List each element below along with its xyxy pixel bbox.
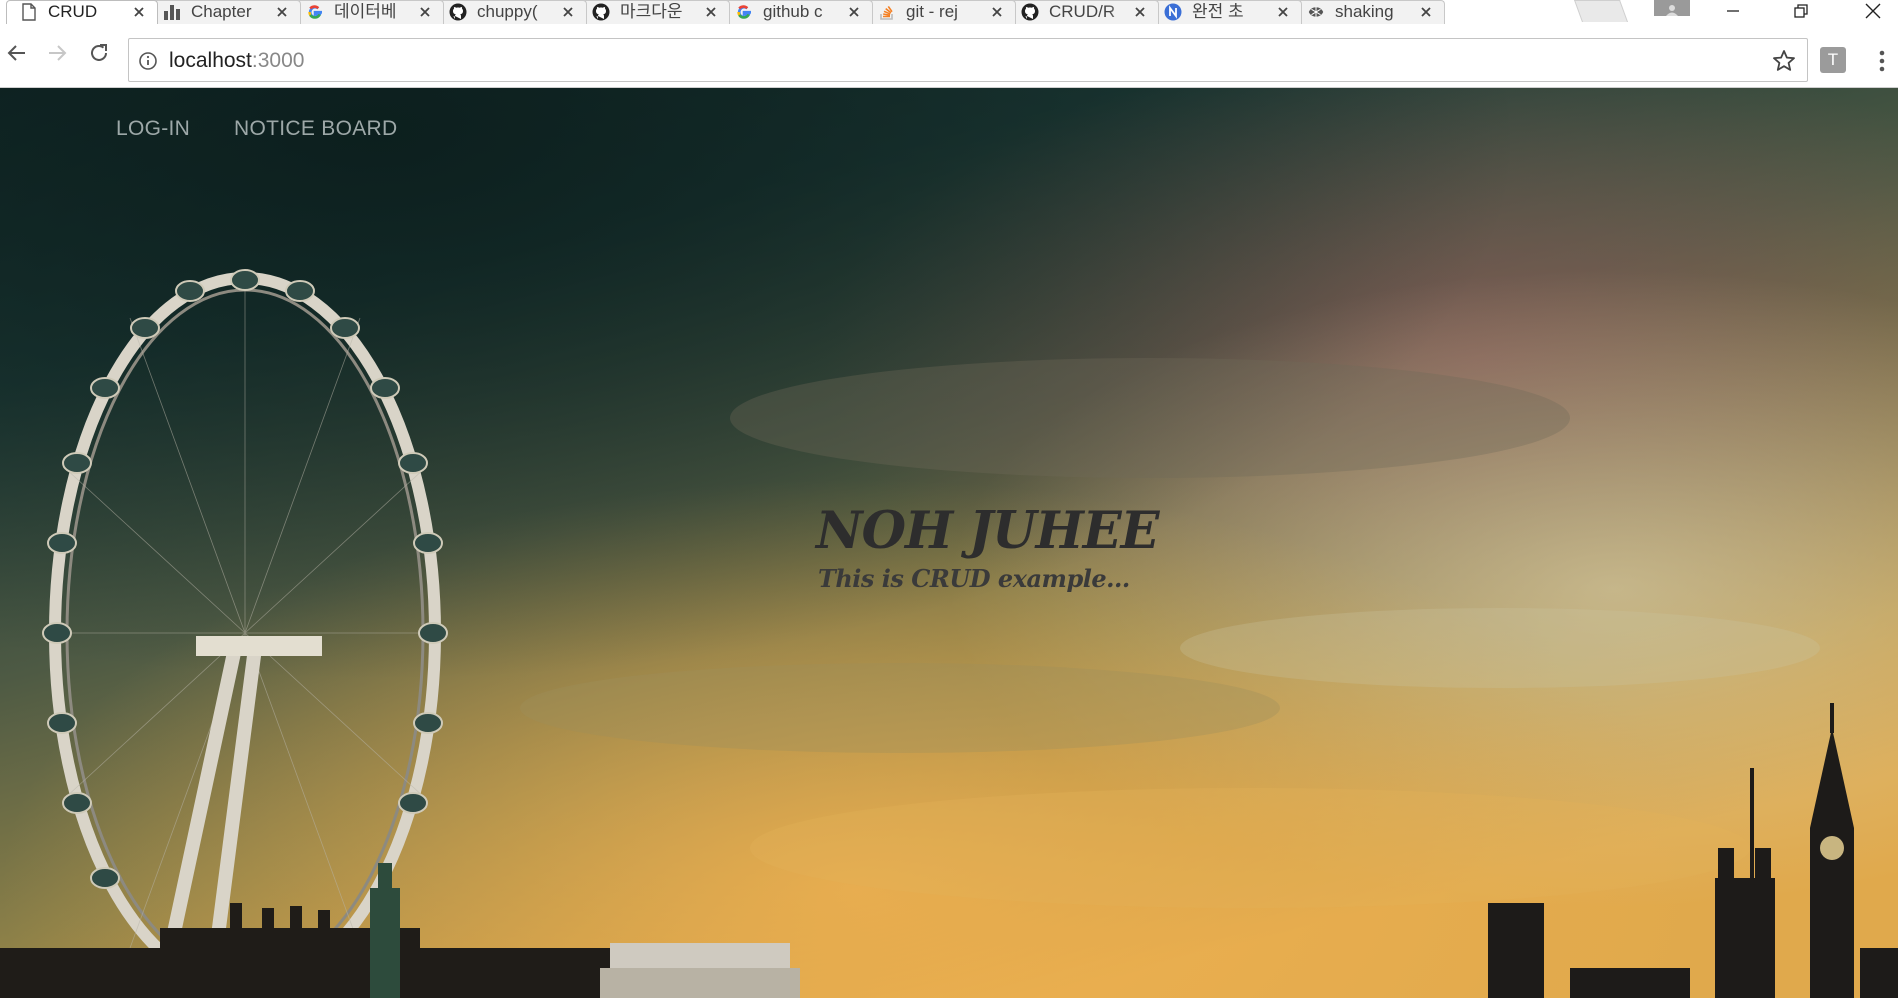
notice-board-link[interactable]: NOTICE BOARD [234,117,397,141]
close-icon [706,7,716,17]
url-host: localhost [169,49,252,72]
address-bar[interactable]: localhost:3000 [128,38,1808,82]
close-icon [1135,7,1145,17]
close-icon [849,7,859,17]
tab-4[interactable]: 마크다운 [570,0,738,24]
reload-button[interactable] [84,38,114,68]
tab-close-button[interactable] [273,3,291,21]
tab-title: git - rej [906,3,988,21]
menu-dots-icon[interactable] [1870,44,1894,78]
tab-7[interactable]: CRUD/R [999,0,1167,24]
tab-close-button[interactable] [845,3,863,21]
bookmark-star-icon[interactable] [1771,48,1797,74]
hero-subtitle: This is CRUD example... [818,564,1130,593]
tab-title: shaking [1335,3,1417,21]
tab-2[interactable]: 데이터베 [284,0,452,24]
tab-title: chuppy( [477,3,559,21]
info-icon[interactable] [137,50,159,72]
arrow-right-icon [49,45,67,61]
back-button[interactable] [2,38,32,68]
close-icon [563,7,573,17]
profile-button[interactable] [1654,0,1690,16]
tab-1[interactable]: Chapter [141,0,309,24]
url-text: localhost:3000 [169,49,304,73]
forward-button[interactable] [42,38,72,68]
close-icon [420,7,430,17]
close-icon [1278,7,1288,17]
minimize-button[interactable] [1708,0,1758,22]
browser-toolbar: localhost:3000 T [0,24,1898,88]
page-icon [20,3,38,21]
tab-title: github c [763,3,845,21]
tab-title: 데이터베 [334,3,416,21]
restore-icon [1794,4,1808,18]
minimize-icon [1727,10,1739,12]
new-tab-button[interactable] [1573,0,1629,22]
tab-title: CRUD [48,3,130,21]
close-icon [1865,3,1881,19]
restore-button[interactable] [1776,0,1826,22]
tab-close-button[interactable] [130,3,148,21]
close-icon [134,7,144,17]
arrow-left-icon [7,45,25,61]
page-viewport: LOG-IN NOTICE BOARD NOH JUHEE This is CR… [0,88,1898,998]
tab-6[interactable]: git - rej [856,0,1024,24]
hero-title: NOH JUHEE [816,501,1160,561]
close-window-button[interactable] [1848,0,1898,22]
tab-9[interactable]: shaking [1285,0,1453,24]
tab-8[interactable]: 완전 초 [1142,0,1310,24]
login-link[interactable]: LOG-IN [116,117,190,141]
extension-button[interactable]: T [1820,47,1846,73]
close-icon [277,7,287,17]
tab-5[interactable]: github c [713,0,881,24]
tab-3[interactable]: chuppy( [427,0,595,24]
tab-close-button[interactable] [559,3,577,21]
tab-title: 완전 초 [1192,3,1274,21]
person-icon [1666,5,1678,16]
tab-close-button[interactable] [1131,3,1149,21]
site-nav: LOG-IN NOTICE BOARD [0,88,1898,168]
tab-strip: CRUD Chapter 데이터베 chuppy( 마크다운 github c git - … [0,0,1898,24]
tab-title: CRUD/R [1049,3,1131,21]
tab-close-button[interactable] [1417,3,1435,21]
close-icon [992,7,1002,17]
reload-icon [91,44,107,61]
tab-close-button[interactable] [702,3,720,21]
tab-title: 마크다운 [620,3,702,21]
tab-close-button[interactable] [1274,3,1292,21]
tab-title: Chapter [191,3,273,21]
tab-close-button[interactable] [988,3,1006,21]
close-icon [1421,7,1431,17]
tab-close-button[interactable] [416,3,434,21]
url-port: :3000 [251,49,305,72]
tab-0[interactable]: CRUD [0,0,166,24]
